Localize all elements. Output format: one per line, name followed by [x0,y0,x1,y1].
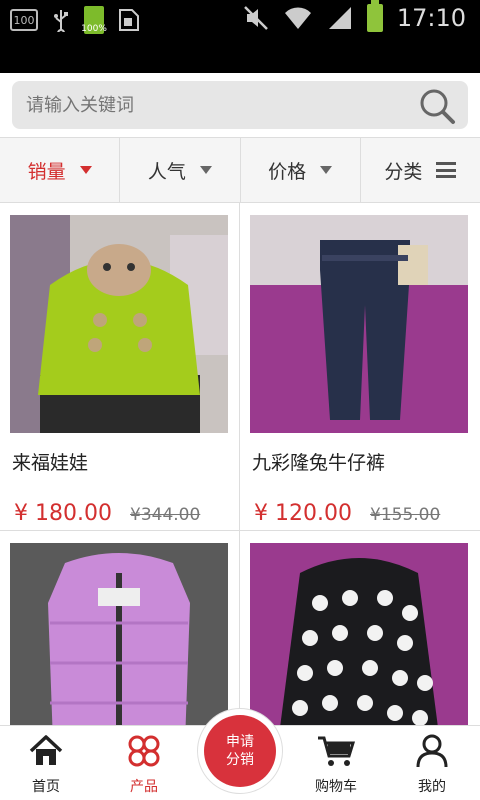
nav-mine-label: 我的 [418,779,446,795]
app-top-bar [0,38,480,73]
product-name: 来福娃娃 [12,452,89,474]
filter-sales-label: 销量 [27,160,66,183]
nav-home-label: 首页 [32,779,60,795]
filter-popularity[interactable]: 人气 [120,138,241,202]
wifi-icon [284,7,311,29]
product-card[interactable]: 九彩隆兔牛仔裤 ¥ 120.00 ¥155.00 [240,203,480,530]
dropdown-arrow-icon [79,166,92,174]
product-old-price: ¥155.00 [370,505,441,525]
cart-icon [318,736,356,766]
search-input[interactable] [26,81,406,129]
filter-bar: 销量 人气 价格 分类 [0,137,480,203]
cta-line2: 分销 [226,752,254,768]
dropdown-arrow-icon [199,166,212,174]
product-image [250,543,468,725]
nav-cart[interactable]: 购物车 [296,734,376,796]
cta-line1: 申请 [226,734,254,750]
battery-icon [366,0,383,32]
product-image [10,215,228,433]
filter-price[interactable]: 价格 [241,138,361,202]
nav-products[interactable]: 产品 [104,734,184,796]
product-old-price: ¥344.00 [130,505,201,525]
products-icon [128,735,160,767]
product-grid: 来福娃娃 ¥ 180.00 ¥344.00 九彩隆兔牛仔裤 ¥ 120.00 ¥… [0,203,480,725]
product-image [10,543,228,725]
dropdown-arrow-icon [320,166,333,174]
nav-mine[interactable]: 我的 [392,734,472,796]
user-icon [416,734,448,768]
home-icon [29,735,63,765]
status-bar: 100 100% 17:10 [0,0,480,38]
product-card[interactable] [240,531,480,725]
apply-distribution-button[interactable]: 申请 分销 [197,708,283,794]
filter-sales[interactable]: 销量 [0,138,121,202]
usb-icon [54,10,68,32]
mute-icon [243,6,268,30]
sim-icon [119,9,139,31]
filter-popularity-label: 人气 [147,160,186,183]
signal-icon [328,7,351,29]
product-price: ¥ 180.00 [14,501,112,526]
nav-products-label: 产品 [130,779,158,795]
filter-category[interactable]: 分类 [361,138,480,202]
search-box [12,81,468,129]
search-bar [0,73,480,137]
menu-icon [436,162,457,178]
notification-icon: 100 [10,9,38,31]
product-card[interactable] [0,531,240,725]
product-name: 九彩隆兔牛仔裤 [252,452,386,474]
product-card[interactable]: 来福娃娃 ¥ 180.00 ¥344.00 [0,203,240,530]
search-icon[interactable] [418,87,456,125]
filter-price-label: 价格 [268,160,307,183]
battery-full-icon: 100% [81,6,107,34]
nav-home[interactable]: 首页 [6,734,86,796]
clock: 17:10 [396,4,466,32]
filter-category-label: 分类 [384,160,423,183]
product-image [250,215,468,433]
nav-cart-label: 购物车 [315,779,357,795]
product-price: ¥ 120.00 [254,501,352,526]
